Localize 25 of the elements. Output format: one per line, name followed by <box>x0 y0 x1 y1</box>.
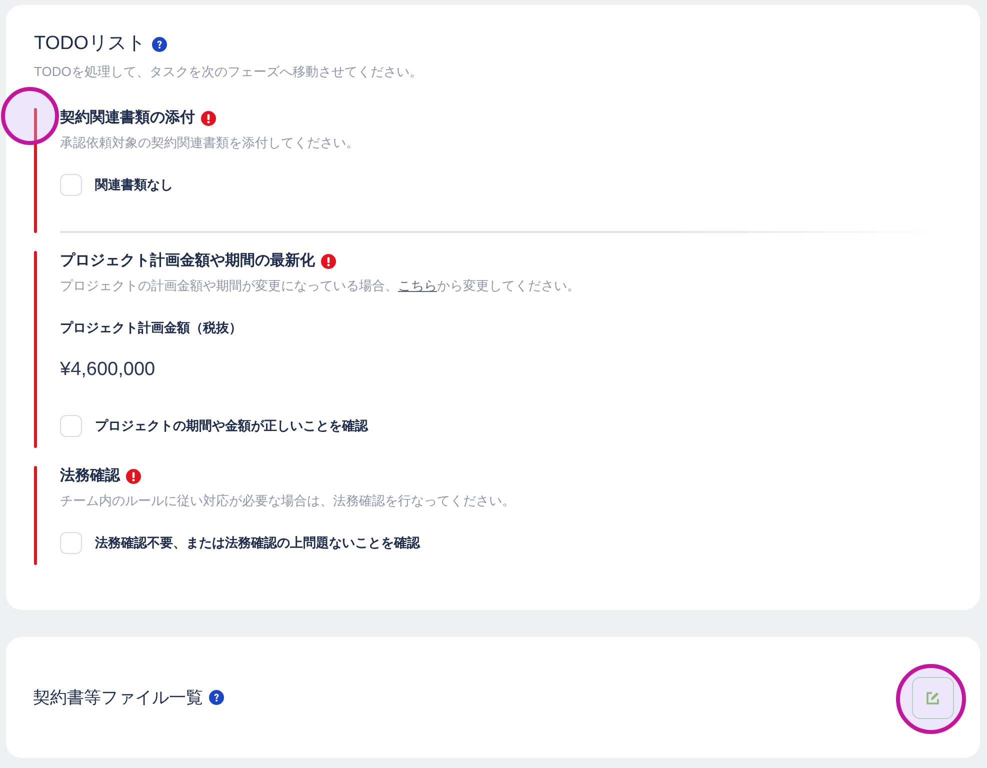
edit-button[interactable] <box>912 676 954 718</box>
card-title: TODOリスト <box>34 33 146 55</box>
alert-icon <box>201 110 216 126</box>
task-description: チーム内のルールに従い対応が必要な場合は、法務確認を行なってください。 <box>60 492 516 510</box>
task-title: 法務確認 <box>60 466 120 486</box>
checkbox-label[interactable]: プロジェクトの期間や金額が正しいことを確認 <box>95 417 368 435</box>
amount-value: ¥4,600,000 <box>60 358 156 382</box>
task-description: 承認依頼対象の契約関連書類を添付してください。 <box>60 134 360 152</box>
task-title: プロジェクト計画金額や期間の最新化 <box>60 251 315 271</box>
change-link[interactable]: こちら <box>398 278 437 293</box>
card-title: 契約書等ファイル一覧 <box>33 686 203 708</box>
edit-icon <box>926 690 940 704</box>
checkbox-label[interactable]: 関連書類なし <box>95 176 173 194</box>
checkbox[interactable] <box>60 174 82 196</box>
alert-icon <box>321 254 336 268</box>
task-description: プロジェクトの計画金額や期間が変更になっている場合、こちらから変更してください。 <box>60 277 581 295</box>
help-icon[interactable] <box>209 690 224 705</box>
task-title: 契約関連書類の添付 <box>60 108 195 128</box>
card-subtitle: TODOを処理して、タスクを次のフェーズへ移動させてください。 <box>34 63 424 81</box>
checkbox[interactable] <box>60 532 82 554</box>
field-label: プロジェクト計画金額（税抜） <box>60 319 243 337</box>
checkbox-label[interactable]: 法務確認不要、または法務確認の上問題ないことを確認 <box>95 534 420 552</box>
help-icon[interactable] <box>152 36 167 52</box>
alert-icon <box>126 468 141 484</box>
checkbox[interactable] <box>60 415 82 437</box>
